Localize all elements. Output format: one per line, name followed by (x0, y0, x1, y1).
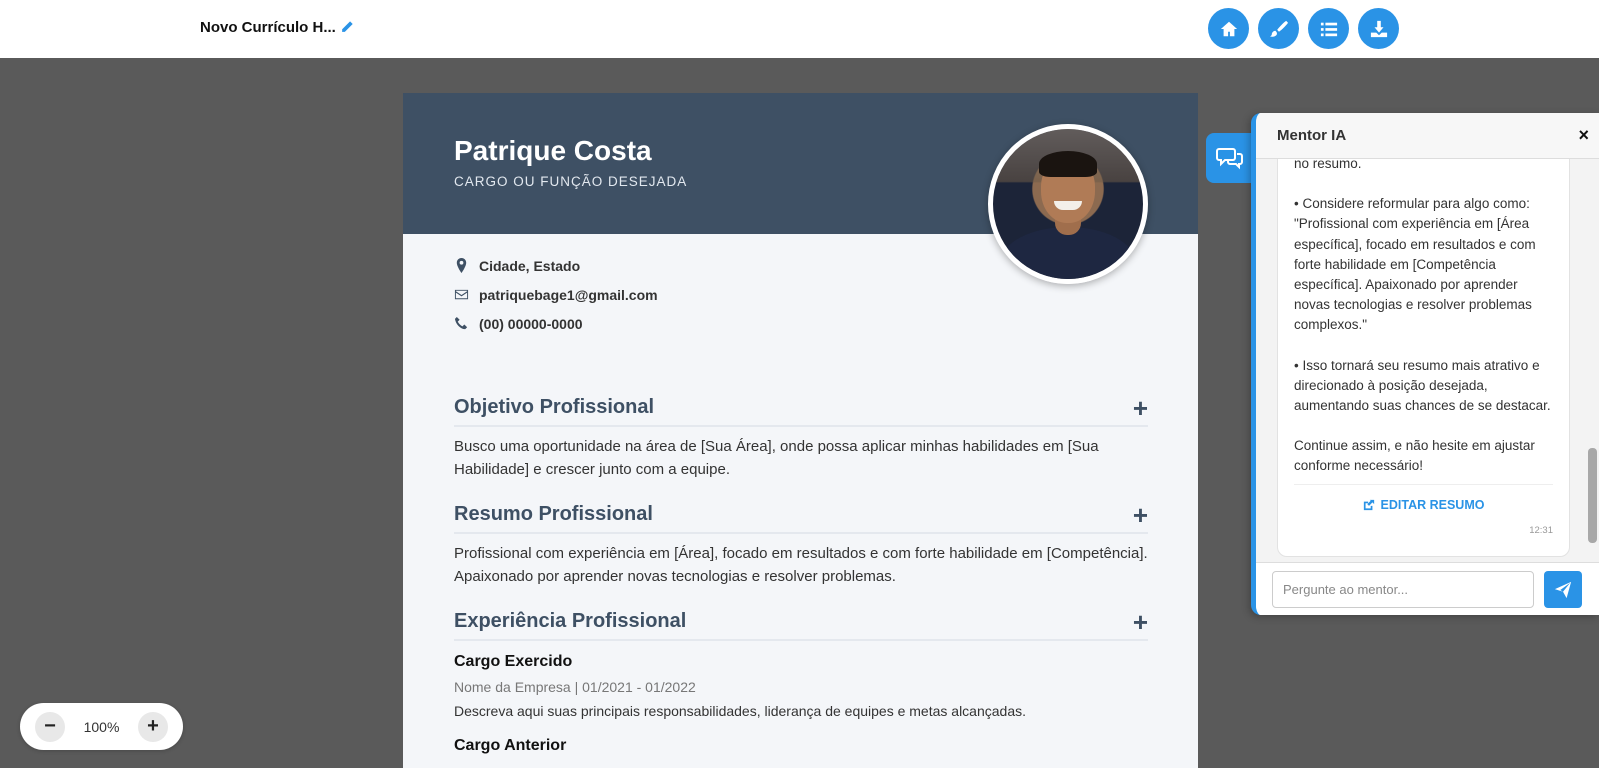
mentor-input-bar (1256, 562, 1599, 615)
mentor-question-input[interactable] (1272, 571, 1534, 608)
top-bar: Novo Currículo H... (0, 0, 1599, 58)
section-objective-header: Objetivo Profissional + (454, 395, 1148, 427)
zoom-in-button[interactable]: + (138, 711, 168, 742)
section-summary-body[interactable]: Profissional com experiência em [Área], … (454, 542, 1148, 588)
contact-phone-text: (00) 00000-0000 (479, 315, 583, 332)
document-title[interactable]: Novo Currículo H... (200, 19, 356, 36)
phone-icon (454, 316, 479, 331)
message-paragraph-3: Continue assim, e não hesite em ajustar … (1294, 438, 1535, 474)
section-experience: Experiência Profissional + Cargo Exercid… (454, 609, 1148, 755)
zoom-out-button[interactable]: − (35, 711, 65, 742)
message-paragraph-1: • Considere reformular para algo como: "… (1294, 196, 1536, 333)
contact-location-text: Cidade, Estado (479, 257, 581, 274)
resume-page: Patrique Costa CARGO OU FUNÇÃO DESEJADA … (403, 93, 1198, 768)
document-title-text[interactable]: Novo Currículo H... (200, 19, 336, 36)
mentor-scrollbar[interactable] (1588, 161, 1597, 559)
zoom-level: 100% (83, 718, 120, 735)
mentor-message: no resumo. • Considere reformular para a… (1277, 159, 1570, 557)
message-paragraph-2: • Isso tornará seu resumo mais atrativo … (1294, 357, 1551, 414)
home-icon (1220, 21, 1237, 36)
pencil-icon[interactable] (340, 20, 356, 36)
add-summary-button[interactable]: + (1133, 502, 1148, 528)
job-title[interactable]: Cargo Exercido (454, 653, 1148, 671)
contact-location[interactable]: Cidade, Estado (454, 251, 658, 280)
envelope-icon (454, 287, 479, 302)
chat-bubbles-icon (1216, 148, 1243, 170)
edit-resume-label[interactable]: EDITAR RESUMO (1381, 495, 1485, 515)
send-button[interactable] (1544, 571, 1582, 608)
external-link-icon (1363, 499, 1374, 510)
mentor-messages[interactable]: no resumo. • Considere reformular para a… (1256, 159, 1599, 562)
job-meta[interactable]: Nome da Empresa | 01/2021 - 01/2022 (454, 679, 1148, 695)
list-icon (1320, 22, 1337, 36)
message-timestamp: 12:31 (1529, 524, 1553, 536)
download-icon (1370, 20, 1387, 37)
add-experience-button[interactable]: + (1133, 609, 1148, 635)
sections-button[interactable] (1308, 8, 1349, 49)
contact-email[interactable]: patriquebage1@gmail.com (454, 280, 658, 309)
mentor-chat-toggle[interactable] (1206, 133, 1254, 183)
section-summary-title: Resumo Profissional (454, 503, 653, 525)
section-objective-body[interactable]: Busco uma oportunidade na área de [Sua Á… (454, 435, 1148, 481)
close-button[interactable]: × (1578, 125, 1589, 146)
mentor-scrollbar-thumb[interactable] (1588, 448, 1597, 543)
section-summary-header: Resumo Profissional + (454, 502, 1148, 534)
zoom-control: − 100% + (20, 703, 183, 750)
contact-list: Cidade, Estado patriquebage1@gmail.com (… (454, 251, 658, 338)
section-summary: Resumo Profissional + Profissional com e… (454, 502, 1148, 588)
section-objective-title: Objetivo Profissional (454, 396, 655, 418)
section-objective: Objetivo Profissional + Busco uma oportu… (454, 395, 1148, 481)
contact-email-text: patriquebage1@gmail.com (479, 286, 658, 303)
job-description[interactable]: Descreva aqui suas principais responsabi… (454, 703, 1148, 719)
theme-button[interactable] (1258, 8, 1299, 49)
download-button[interactable] (1358, 8, 1399, 49)
contact-phone[interactable]: (00) 00000-0000 (454, 309, 658, 338)
message-partial-line: no resumo. (1294, 159, 1362, 171)
mentor-panel: Mentor IA × no resumo. • Considere refor… (1251, 113, 1599, 615)
mentor-title: Mentor IA (1277, 127, 1347, 144)
paper-plane-icon (1554, 581, 1572, 598)
section-experience-title: Experiência Profissional (454, 610, 687, 632)
edit-resume-link[interactable]: EDITAR RESUMO (1294, 495, 1553, 515)
mentor-header: Mentor IA × (1256, 113, 1599, 159)
resume-name[interactable]: Patrique Costa (454, 135, 652, 167)
map-pin-icon (454, 258, 479, 273)
job-title-previous[interactable]: Cargo Anterior (454, 737, 1148, 755)
add-objective-button[interactable]: + (1133, 395, 1148, 421)
profile-photo[interactable] (988, 124, 1148, 284)
section-experience-header: Experiência Profissional + (454, 609, 1148, 641)
home-button[interactable] (1208, 8, 1249, 49)
brush-icon (1269, 20, 1288, 37)
resume-role[interactable]: CARGO OU FUNÇÃO DESEJADA (454, 174, 687, 189)
